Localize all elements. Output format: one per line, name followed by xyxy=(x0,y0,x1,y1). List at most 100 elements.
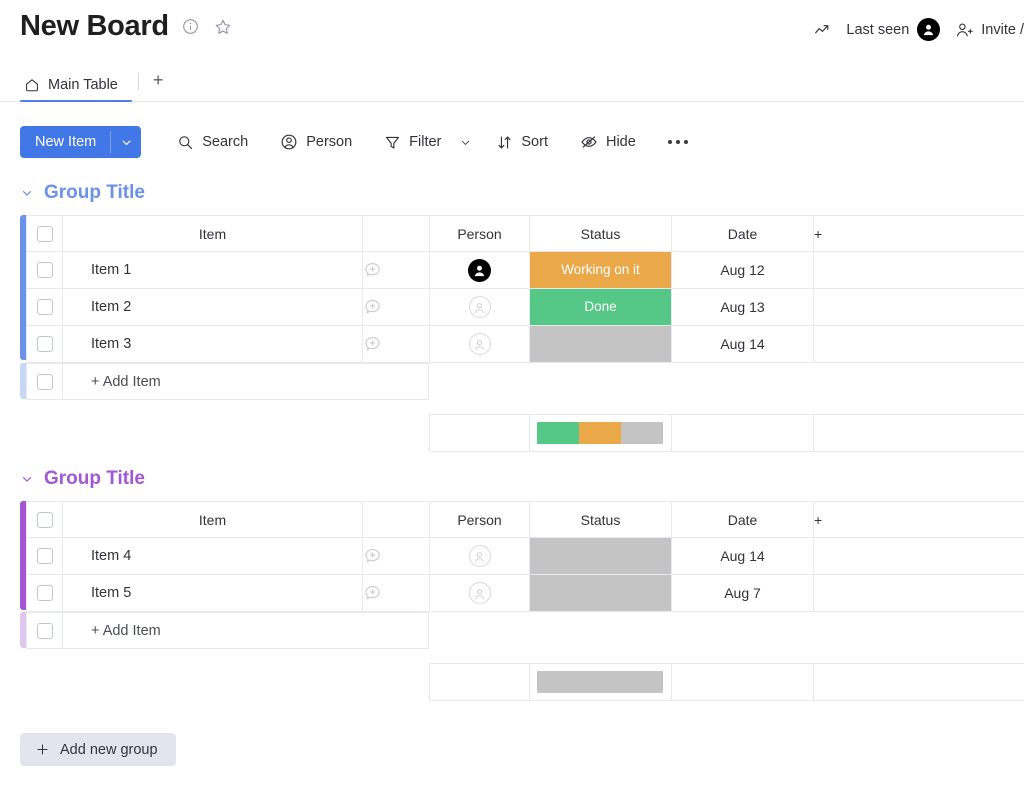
status-cell[interactable] xyxy=(529,537,672,575)
add-item-checkbox[interactable] xyxy=(36,373,53,390)
item-updates-cell[interactable] xyxy=(362,288,430,326)
person-cell[interactable] xyxy=(429,288,530,326)
chat-add-icon[interactable] xyxy=(363,260,429,280)
column-header-status[interactable]: Status xyxy=(529,215,672,252)
more-options-button[interactable] xyxy=(660,134,696,150)
add-item-checkbox[interactable] xyxy=(36,622,53,639)
group-collapse-chevron-down-icon[interactable] xyxy=(20,186,34,200)
empty-column-cell[interactable] xyxy=(813,574,1024,612)
group-title[interactable]: Group Title xyxy=(44,468,145,490)
hide-button[interactable]: Hide xyxy=(570,127,646,157)
item-name-cell[interactable]: Item 1 xyxy=(62,251,363,289)
chat-add-icon[interactable] xyxy=(363,546,429,566)
avatar-placeholder-icon[interactable] xyxy=(468,296,491,318)
avatar-placeholder-icon[interactable] xyxy=(468,545,491,567)
item-name-cell[interactable]: Item 5 xyxy=(62,574,363,612)
select-all-checkbox[interactable] xyxy=(36,511,53,528)
chat-add-icon[interactable] xyxy=(363,583,429,603)
empty-column-cell[interactable] xyxy=(813,288,1024,326)
add-item-cell[interactable]: + Add Item xyxy=(62,363,429,400)
tab-main-table[interactable]: Main Table xyxy=(20,77,132,102)
group-header[interactable]: Group Title xyxy=(20,176,1024,210)
select-all-checkbox[interactable] xyxy=(36,225,53,242)
row-select-cell[interactable] xyxy=(26,537,63,575)
item-updates-cell[interactable] xyxy=(362,537,430,575)
person-cell[interactable] xyxy=(429,574,530,612)
avatar-placeholder-icon[interactable] xyxy=(468,333,491,355)
group-collapse-chevron-down-icon[interactable] xyxy=(20,472,34,486)
chat-add-icon[interactable] xyxy=(363,297,429,317)
add-item-select-cell[interactable] xyxy=(26,363,63,400)
add-column-button[interactable]: + xyxy=(813,215,1024,252)
column-header-date[interactable]: Date xyxy=(671,501,814,538)
search-button[interactable]: Search xyxy=(167,128,258,157)
group-title[interactable]: Group Title xyxy=(44,182,145,204)
column-header-person[interactable]: Person xyxy=(429,215,530,252)
summary-status-cell[interactable] xyxy=(528,414,672,452)
status-cell[interactable] xyxy=(529,574,672,612)
chat-add-icon[interactable] xyxy=(363,334,429,354)
empty-column-cell[interactable] xyxy=(813,325,1024,363)
column-header-status[interactable]: Status xyxy=(529,501,672,538)
column-header-person[interactable]: Person xyxy=(429,501,530,538)
row-select-cell[interactable] xyxy=(26,325,63,363)
last-seen-indicator[interactable]: Last seen xyxy=(846,18,941,41)
column-header-item[interactable]: Item xyxy=(62,215,363,252)
add-item-row[interactable]: + Add Item xyxy=(26,612,429,649)
empty-column-cell[interactable] xyxy=(813,537,1024,575)
item-name-cell[interactable]: Item 3 xyxy=(62,325,363,363)
person-cell[interactable] xyxy=(429,537,530,575)
date-cell[interactable]: Aug 13 xyxy=(671,288,814,326)
date-cell[interactable]: Aug 7 xyxy=(671,574,814,612)
add-new-group-button[interactable]: Add new group xyxy=(20,733,176,766)
invite-button[interactable]: Invite / xyxy=(954,20,1024,40)
item-updates-cell[interactable] xyxy=(362,574,430,612)
item-name-cell[interactable]: Item 2 xyxy=(62,288,363,326)
add-item-cell[interactable]: + Add Item xyxy=(62,612,429,649)
status-cell[interactable] xyxy=(529,325,672,363)
column-header-date[interactable]: Date xyxy=(671,215,814,252)
person-filter-button[interactable]: Person xyxy=(270,127,362,157)
activity-trend-icon[interactable] xyxy=(812,20,832,40)
row-checkbox[interactable] xyxy=(36,262,53,278)
date-cell[interactable]: Aug 14 xyxy=(671,325,814,363)
add-tab-button[interactable]: + xyxy=(139,70,174,102)
chevron-down-icon[interactable] xyxy=(111,126,141,158)
row-checkbox[interactable] xyxy=(36,585,53,601)
add-column-button[interactable]: + xyxy=(813,501,1024,538)
summary-status-cell[interactable] xyxy=(528,663,672,701)
table-row[interactable]: Item 1 Working on it Aug 12 xyxy=(26,251,1024,289)
item-name-cell[interactable]: Item 4 xyxy=(62,537,363,575)
row-select-cell[interactable] xyxy=(26,251,63,289)
add-item-select-cell[interactable] xyxy=(26,612,63,649)
row-select-cell[interactable] xyxy=(26,574,63,612)
row-checkbox[interactable] xyxy=(36,299,53,315)
table-row[interactable]: Item 5 Aug 7 xyxy=(26,574,1024,612)
add-item-row[interactable]: + Add Item xyxy=(26,363,429,400)
filter-chevron-down-icon[interactable] xyxy=(459,136,472,149)
person-cell[interactable] xyxy=(429,325,530,363)
person-cell[interactable] xyxy=(429,251,530,289)
date-cell[interactable]: Aug 12 xyxy=(671,251,814,289)
avatar[interactable] xyxy=(917,18,941,41)
row-select-cell[interactable] xyxy=(26,288,63,326)
item-updates-cell[interactable] xyxy=(362,325,430,363)
item-updates-cell[interactable] xyxy=(362,251,430,289)
status-cell[interactable]: Done xyxy=(529,288,672,326)
avatar-placeholder-icon[interactable] xyxy=(468,582,491,604)
group-header[interactable]: Group Title xyxy=(20,462,1024,496)
select-all-cell[interactable] xyxy=(26,501,63,538)
info-circle-icon[interactable] xyxy=(181,17,201,37)
status-cell[interactable]: Working on it xyxy=(529,251,672,289)
table-row[interactable]: Item 2 Done Aug 13 xyxy=(26,288,1024,326)
row-checkbox[interactable] xyxy=(36,548,53,564)
select-all-cell[interactable] xyxy=(26,215,63,252)
row-checkbox[interactable] xyxy=(36,336,53,352)
date-cell[interactable]: Aug 14 xyxy=(671,537,814,575)
table-row[interactable]: Item 4 Aug 14 xyxy=(26,537,1024,575)
table-row[interactable]: Item 3 Aug 14 xyxy=(26,325,1024,363)
column-header-item[interactable]: Item xyxy=(62,501,363,538)
avatar[interactable] xyxy=(468,258,491,282)
sort-button[interactable]: Sort xyxy=(486,128,558,157)
empty-column-cell[interactable] xyxy=(813,251,1024,289)
